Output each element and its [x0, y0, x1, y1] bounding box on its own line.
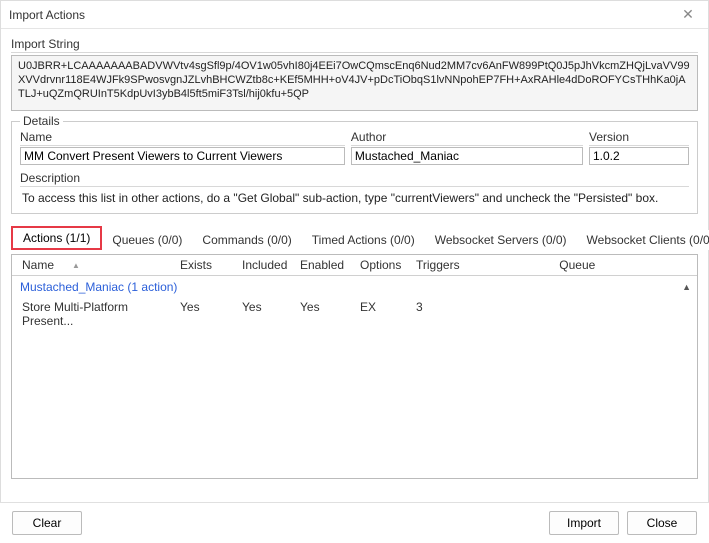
import-string-input[interactable]: U0JBRR+LCAAAAAAABADVWVtv4sgSfl9p/4OV1w05… [11, 55, 698, 111]
import-string-label: Import String [11, 37, 698, 53]
collapse-arrow-icon: ▲ [682, 282, 691, 292]
sort-caret-icon: ▲ [72, 261, 80, 270]
grid-header: Name▲ Exists Included Enabled Options Tr… [12, 255, 697, 276]
group-label: Mustached_Maniac (1 action) [20, 280, 177, 294]
version-label: Version [589, 130, 689, 146]
footer: Clear Import Close [0, 502, 709, 543]
col-header-included[interactable]: Included [238, 258, 296, 272]
col-header-exists[interactable]: Exists [176, 258, 238, 272]
description-value: To access this list in other actions, do… [20, 188, 689, 207]
details-legend: Details [20, 114, 63, 128]
col-header-enabled[interactable]: Enabled [296, 258, 356, 272]
cell-options: EX [356, 300, 412, 328]
name-field[interactable] [20, 147, 345, 165]
cell-triggers: 3 [412, 300, 462, 328]
tab-commands[interactable]: Commands (0/0) [192, 230, 301, 250]
details-fieldset: Details Name Author Version Description … [11, 121, 698, 214]
col-header-triggers[interactable]: Triggers [412, 258, 464, 272]
cell-included: Yes [238, 300, 296, 328]
close-button[interactable]: Close [627, 511, 697, 535]
tab-websocket-servers[interactable]: Websocket Servers (0/0) [425, 230, 577, 250]
col-header-queue[interactable]: Queue [464, 258, 691, 272]
cell-enabled: Yes [296, 300, 356, 328]
close-icon[interactable]: ✕ [676, 5, 700, 25]
group-row[interactable]: Mustached_Maniac (1 action) ▲ [12, 276, 697, 298]
cell-exists: Yes [176, 300, 238, 328]
author-field[interactable] [351, 147, 583, 165]
col-header-options[interactable]: Options [356, 258, 412, 272]
actions-grid: Name▲ Exists Included Enabled Options Tr… [11, 254, 698, 479]
table-row[interactable]: Store Multi-Platform Present... Yes Yes … [12, 298, 697, 330]
tab-timed-actions[interactable]: Timed Actions (0/0) [302, 230, 425, 250]
tab-websocket-clients[interactable]: Websocket Clients (0/0) [577, 230, 709, 250]
window-title: Import Actions [9, 8, 85, 22]
description-label: Description [20, 171, 689, 187]
tab-bar: Actions (1/1) Queues (0/0) Commands (0/0… [11, 226, 698, 250]
author-label: Author [351, 130, 583, 146]
col-header-name[interactable]: Name▲ [18, 258, 176, 272]
tab-queues[interactable]: Queues (0/0) [102, 230, 192, 250]
cell-queue [462, 300, 691, 328]
tab-actions[interactable]: Actions (1/1) [11, 226, 102, 250]
clear-button[interactable]: Clear [12, 511, 82, 535]
version-field[interactable] [589, 147, 689, 165]
name-label: Name [20, 130, 345, 146]
import-button[interactable]: Import [549, 511, 619, 535]
cell-name: Store Multi-Platform Present... [18, 300, 176, 328]
